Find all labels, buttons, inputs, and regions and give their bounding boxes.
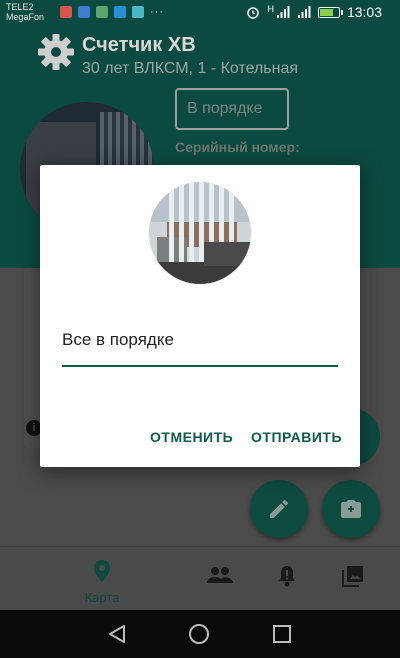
people-icon: [207, 567, 233, 583]
more-notifications-icon: ···: [150, 6, 164, 18]
nav-map[interactable]: Карта: [72, 547, 132, 611]
recents-icon[interactable]: [271, 623, 293, 645]
edit-button[interactable]: [250, 480, 308, 538]
home-icon[interactable]: [188, 623, 210, 645]
app-notification-icon: [96, 6, 108, 18]
bottom-navigation: Карта: [0, 546, 400, 610]
app-bar: Счетчик ХВ 30 лет ВЛКСМ, 1 - Котельная: [0, 26, 400, 86]
signal-icon-2: [297, 6, 311, 18]
status-field[interactable]: В порядке: [175, 88, 289, 130]
gallery-icon: [342, 566, 363, 587]
page-title: Счетчик ХВ: [82, 34, 196, 56]
dialog-photo: [149, 182, 251, 284]
chat-notification-icon: [132, 6, 144, 18]
carrier-info: TELE2 MegaFon: [6, 2, 44, 22]
carrier-line2: MegaFon: [6, 12, 45, 22]
nav-map-label: Карта: [84, 590, 120, 605]
add-photo-icon: [341, 500, 361, 518]
notification-icons: ···: [60, 6, 164, 18]
comment-input[interactable]: [62, 315, 338, 367]
nav-alerts[interactable]: [272, 547, 302, 611]
network-type-label: H: [267, 4, 274, 14]
nav-gallery[interactable]: [338, 547, 368, 611]
shield-notification-icon: [78, 6, 90, 18]
alarm-icon: [247, 7, 260, 19]
system-navigation: [0, 610, 400, 658]
alert-bell-icon: [279, 566, 295, 587]
video-notification-icon: [60, 6, 72, 18]
pencil-icon: [270, 499, 289, 518]
signal-icon: [276, 6, 290, 18]
carrier-line1: TELE2: [6, 2, 34, 12]
back-icon[interactable]: [106, 623, 128, 645]
comment-dialog: ОТМЕНИТЬ ОТПРАВИТЬ: [40, 165, 360, 467]
serial-number-label: Серийный номер:: [175, 139, 300, 155]
battery-icon: [317, 6, 343, 18]
cancel-button[interactable]: ОТМЕНИТЬ: [150, 429, 233, 445]
page-subtitle: 30 лет ВЛКСМ, 1 - Котельная: [82, 60, 299, 77]
status-bar: TELE2 MegaFon ··· H 13:03: [0, 0, 400, 26]
gear-icon[interactable]: [36, 32, 76, 72]
window-blinds-image: [149, 182, 251, 284]
system-status: H 13:03: [246, 4, 382, 20]
mail-notification-icon: [114, 6, 126, 18]
clock: 13:03: [346, 4, 382, 20]
camera-button[interactable]: [322, 480, 380, 538]
nav-people[interactable]: [204, 547, 236, 611]
send-button[interactable]: ОТПРАВИТЬ: [251, 429, 342, 445]
location-pin-icon: [94, 560, 110, 582]
